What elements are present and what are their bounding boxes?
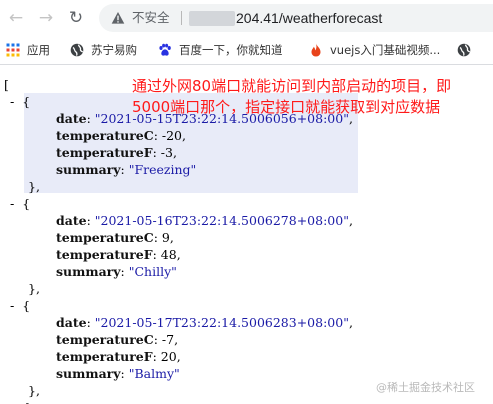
json-value: "Freezing" [128,162,197,177]
json-field-summary: summary: "Chilly" [56,264,177,279]
json-key: summary [56,162,121,177]
json-field-summary: summary: "Freezing" [56,162,197,177]
json-object-header: - { [10,93,30,110]
json-key: date [56,315,87,330]
json-key: date [56,111,87,126]
json-field-date: date: "2021-05-16T23:22:14.5006278+08:00… [56,213,353,228]
flame-icon [311,43,321,57]
array-open-bracket: [ [4,77,9,92]
browser-toolbar: ← → ↻ 不安全 204.41/weatherforecast [0,0,493,36]
json-value: 48 [160,247,177,262]
apps-grid-icon [6,43,20,57]
brace-close: }, [28,179,40,194]
bookmark-vuejs-video[interactable]: vuejs入门基础视频... [309,41,440,59]
collapse-toggle[interactable]: - [10,95,14,109]
json-value: "Chilly" [128,264,177,279]
brace-close: }, [28,281,40,296]
annotation-line-1: 通过外网80端口就能访问到内部启动的项目，即 [132,77,452,95]
bookmark-label: vuejs入门基础视频... [330,43,441,57]
bookmark-label: 应用 [27,43,50,57]
json-object-header: - { [10,399,30,404]
json-field-date: date: "2021-05-17T23:22:14.5006283+08:00… [56,315,353,330]
json-value: "2021-05-16T23:22:14.5006278+08:00" [94,213,349,228]
json-value: "Balmy" [128,366,180,381]
brace-open: { [22,400,30,404]
bookmark-label: 苏宁易购 [91,43,137,57]
json-viewer: [ - { date: "2021-05-15T23:22:14.5006056… [0,66,493,404]
json-field-temperaturef: temperatureF: -3, [56,145,177,160]
bookmark-suning[interactable]: 苏宁易购 [70,41,137,59]
security-status-label[interactable]: 不安全 [132,9,170,27]
json-value: "2021-05-17T23:22:14.5006283+08:00" [94,315,349,330]
annotation-line-2: 5000端口那个，指定接口就能获取到对应数据 [132,98,441,116]
json-key: temperatureF [56,349,153,364]
json-key: summary [56,366,121,381]
brace-open: { [22,298,31,313]
forward-arrow-icon[interactable]: → [36,8,56,28]
json-object-header: - { [10,195,30,212]
json-value: -7 [161,332,175,347]
bookmark-label: 百度一下，你就知道 [179,43,283,57]
json-field-temperaturef: temperatureF: 20, [56,349,181,364]
json-value: 9 [161,230,170,245]
bookmarks-bar: 应用 苏宁易购 百度一下，你就知道 vuejs入门基础视频... [0,36,493,65]
brace-open: { [22,196,31,211]
json-key: date [56,213,87,228]
json-value: -20 [161,128,183,143]
reload-icon[interactable]: ↻ [66,8,86,28]
bookmark-baidu[interactable]: 百度一下，你就知道 [158,41,283,59]
brace-close: }, [28,383,40,398]
json-value: -3 [160,145,173,160]
collapse-toggle[interactable]: - [10,299,14,313]
json-field-temperaturec: temperatureC: 9, [56,230,174,245]
json-field-temperaturec: temperatureC: -7, [56,332,179,347]
json-field-temperaturec: temperatureC: -20, [56,128,186,143]
json-value: 20 [160,349,177,364]
address-bar[interactable]: 不安全 204.41/weatherforecast [99,4,493,32]
baidu-paw-icon [159,43,171,56]
json-field-temperaturef: temperatureF: 48, [56,247,181,262]
json-key: summary [56,264,121,279]
json-key: temperatureF [56,247,153,262]
brace-open: { [22,94,31,109]
json-key: temperatureF [56,145,153,160]
json-key: temperatureC [56,230,154,245]
back-arrow-icon[interactable]: ← [6,8,26,28]
url-text[interactable]: 204.41/weatherforecast [236,8,382,28]
warning-triangle-icon[interactable] [111,11,125,25]
json-key: temperatureC [56,128,154,143]
globe-icon [457,43,471,57]
annotation-note: 通过外网80端口就能访问到内部启动的项目，即 5000端口那个，指定接口就能获取… [132,76,492,118]
json-key: temperatureC [56,332,154,347]
bookmark-apps[interactable]: 应用 [6,41,50,59]
json-field-summary: summary: "Balmy" [56,366,180,381]
json-object-header: - { [10,297,30,314]
address-divider [181,11,182,25]
bookmark-more[interactable] [457,41,478,59]
redacted-host [189,11,235,26]
watermark: @稀土掘金技术社区 [376,381,475,394]
globe-icon [70,43,84,57]
collapse-toggle[interactable]: - [10,197,14,211]
